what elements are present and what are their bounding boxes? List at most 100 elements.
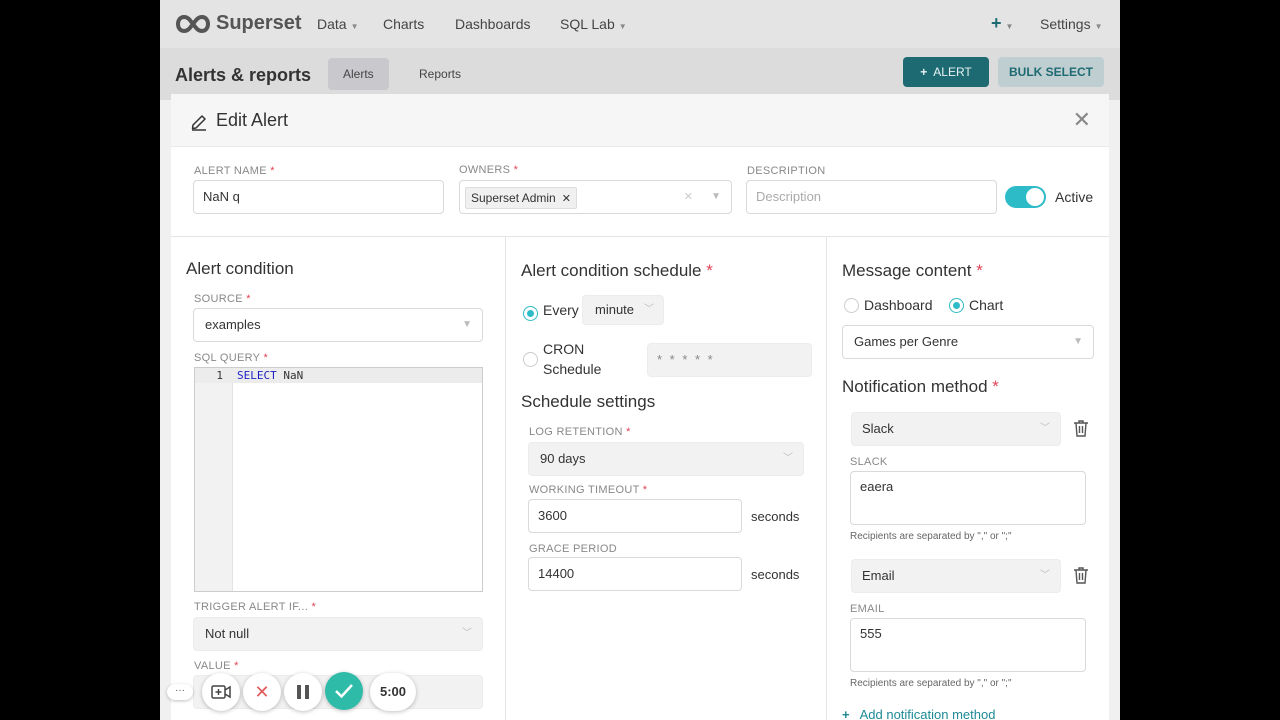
pause-icon-shape (297, 684, 309, 699)
nav-settings-label: Settings (1040, 16, 1091, 32)
cron-input[interactable]: * * * * * (647, 343, 812, 377)
notification-type-select[interactable]: Slack ﹀ (851, 412, 1061, 446)
active-toggle[interactable] (1005, 186, 1046, 208)
chevron-down-icon: ﹀ (1040, 570, 1050, 581)
tab-reports[interactable]: Reports (404, 58, 476, 90)
value-label: VALUE * (194, 660, 239, 672)
page-subheader: Alerts & reports Alerts Reports + ALERT B… (160, 48, 1120, 100)
close-icon[interactable]: ✕ (243, 673, 281, 711)
chart-option-label: Chart (969, 297, 1004, 313)
slack-recipients-input[interactable]: eaera (850, 471, 1086, 525)
chart-select[interactable]: Games per Genre ▼ (842, 325, 1094, 359)
grace-period-label: GRACE PERIOD (529, 543, 617, 555)
add-alert-button[interactable]: + ALERT (903, 57, 989, 87)
plus-icon[interactable]: + ▼ (991, 13, 1013, 34)
email-recipients-input[interactable]: 555 (850, 618, 1086, 672)
cron-label: CRON (543, 341, 585, 357)
dashboard-option-label: Dashboard (864, 297, 933, 313)
working-timeout-label: WORKING TIMEOUT * (529, 484, 648, 496)
chevron-down-icon: ▼ (350, 22, 359, 31)
add-notification-method-link[interactable]: + Add notification method (842, 707, 995, 720)
camera-toggle-button[interactable] (202, 673, 240, 711)
trash-icon[interactable] (1073, 566, 1089, 584)
page-title: Alerts & reports (175, 65, 312, 85)
line-number: 1 (216, 369, 223, 382)
recipients-hint: Recipients are separated by "," or ";" (850, 678, 1012, 689)
plus-icon: + (842, 707, 850, 720)
chevron-down-icon: ﹀ (783, 453, 793, 464)
app-viewport: Superset Data ▼ Charts Dashboards SQL Lab… (160, 0, 1120, 720)
source-label: SOURCE * (194, 293, 251, 305)
description-input[interactable]: Description (746, 180, 997, 214)
modal-title: Edit Alert (216, 110, 289, 130)
modal-header: Edit Alert ✕ (171, 94, 1109, 147)
alert-name-label: ALERT NAME * (194, 165, 275, 177)
chart-radio[interactable] (949, 298, 964, 313)
owners-select[interactable]: Superset Admin ✕ ✕ ▼ (459, 180, 732, 214)
add-alert-label: ALERT (933, 65, 972, 79)
chevron-down-icon: ▼ (1005, 22, 1014, 31)
nav-data[interactable]: Data ▼ (317, 16, 359, 32)
description-label: DESCRIPTION (747, 165, 826, 177)
source-select[interactable]: examples ▼ (193, 308, 483, 342)
check-icon[interactable] (325, 672, 363, 710)
grace-period-input[interactable]: 14400 (528, 557, 742, 591)
edit-alert-modal: Edit Alert ✕ ALERT NAME * NaN q OWNERS *… (171, 94, 1109, 720)
pause-icon[interactable] (284, 673, 322, 711)
nav-sql-lab[interactable]: SQL Lab ▼ (560, 16, 627, 32)
nav-settings[interactable]: Settings ▼ (1040, 16, 1103, 32)
chevron-down-icon: ﹀ (462, 628, 472, 639)
slack-label: SLACK (850, 456, 888, 468)
every-radio[interactable] (523, 306, 538, 321)
cron-radio[interactable] (523, 352, 538, 367)
recording-timer: 5:00 (370, 673, 416, 711)
chevron-down-icon: ▼ (462, 319, 472, 330)
video-add-icon (211, 685, 231, 699)
chevron-down-icon: ﹀ (1040, 423, 1050, 434)
nav-data-label: Data (317, 16, 347, 32)
recipients-hint: Recipients are separated by "," or ";" (850, 531, 1012, 542)
log-retention-label: LOG RETENTION * (529, 426, 631, 438)
close-icon[interactable]: ✕ (1073, 109, 1091, 131)
close-icon[interactable]: ✕ (562, 193, 571, 205)
every-unit-select[interactable]: minute ﹀ (582, 295, 664, 325)
notification-type-select[interactable]: Email ﹀ (851, 559, 1061, 593)
seconds-label: seconds (751, 509, 800, 524)
divider (826, 237, 827, 720)
editor-gutter (195, 368, 233, 591)
chevron-down-icon: ▼ (711, 191, 721, 202)
bulk-select-button[interactable]: BULK SELECT (998, 57, 1104, 87)
superset-logo-icon (176, 14, 210, 33)
email-label: EMAIL (850, 603, 885, 615)
every-label: Every (543, 302, 579, 318)
nav-sql-lab-label: SQL Lab (560, 16, 615, 32)
chevron-down-icon: ▼ (618, 22, 627, 31)
superset-logo[interactable]: Superset (174, 12, 302, 35)
edit-icon (191, 115, 206, 131)
nav-charts[interactable]: Charts (383, 16, 424, 32)
chevron-down-icon: ﹀ (644, 304, 654, 315)
top-navbar: Superset Data ▼ Charts Dashboards SQL Lab… (160, 0, 1120, 48)
divider (171, 236, 1109, 237)
owners-label: OWNERS * (459, 164, 519, 176)
sql-editor[interactable]: 1 SELECT NaN (194, 367, 483, 592)
clear-icon[interactable]: ✕ (684, 181, 693, 213)
notification-method-title: Notification method * (842, 377, 999, 396)
working-timeout-input[interactable]: 3600 (528, 499, 742, 533)
tab-alerts[interactable]: Alerts (328, 58, 389, 90)
more-icon[interactable]: ··· (167, 684, 193, 700)
chevron-down-icon: ▼ (1094, 22, 1103, 31)
alert-condition-title: Alert condition (186, 259, 294, 278)
nav-dashboards[interactable]: Dashboards (455, 16, 531, 32)
trash-icon[interactable] (1073, 419, 1089, 437)
log-retention-select[interactable]: 90 days ﹀ (528, 442, 804, 476)
sql-query-label: SQL QUERY * (194, 352, 269, 364)
trigger-select[interactable]: Not null ﹀ (193, 617, 483, 651)
dashboard-radio[interactable] (844, 298, 859, 313)
alert-name-input[interactable]: NaN q (193, 180, 444, 214)
checkmark-shape (335, 683, 353, 699)
schedule-title: Alert condition schedule * (521, 261, 713, 280)
brand-name: Superset (216, 12, 302, 34)
owner-tag: Superset Admin ✕ (465, 187, 577, 209)
chevron-down-icon: ▼ (1073, 336, 1083, 347)
